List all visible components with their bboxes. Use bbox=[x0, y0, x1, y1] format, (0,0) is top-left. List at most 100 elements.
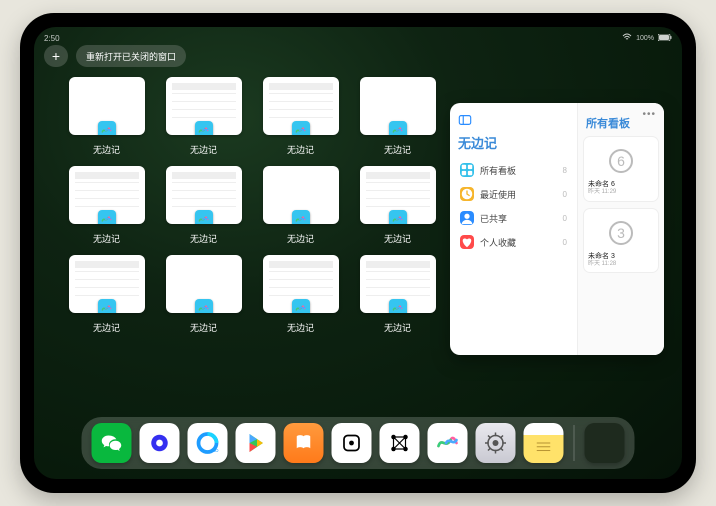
dock-app-quark[interactable] bbox=[140, 423, 180, 463]
dock-app-books[interactable] bbox=[284, 423, 324, 463]
board-canvas: 3 bbox=[588, 213, 654, 253]
board-canvas: 6 bbox=[588, 141, 654, 181]
freeform-app-icon bbox=[98, 299, 116, 313]
board-date: 昨天 11:29 bbox=[588, 189, 654, 196]
category-label: 已共享 bbox=[480, 212, 507, 225]
app-switcher-card[interactable]: 无边记 bbox=[62, 77, 151, 156]
dock-app-settings[interactable] bbox=[476, 423, 516, 463]
freeform-app-icon bbox=[195, 210, 213, 224]
reopen-closed-window-button[interactable]: 重新打开已关闭的窗口 bbox=[76, 45, 186, 67]
freeform-app-icon bbox=[389, 121, 407, 135]
app-card-label: 无边记 bbox=[384, 143, 411, 156]
person-icon bbox=[460, 211, 474, 225]
dock-separator bbox=[574, 425, 575, 461]
freeform-app-icon bbox=[195, 299, 213, 313]
category-count: 8 bbox=[563, 166, 567, 175]
plus-icon: + bbox=[52, 49, 60, 63]
reopen-label: 重新打开已关闭的窗口 bbox=[86, 50, 176, 63]
freeform-app-icon bbox=[292, 210, 310, 224]
dock-app-play[interactable] bbox=[236, 423, 276, 463]
app-switcher-card[interactable]: 无边记 bbox=[62, 255, 151, 334]
app-card-label: 无边记 bbox=[287, 143, 314, 156]
dock-app-graph[interactable] bbox=[380, 423, 420, 463]
freeform-app-icon bbox=[292, 121, 310, 135]
preview-title: 无边记 bbox=[458, 133, 569, 152]
app-thumbnail bbox=[69, 166, 145, 224]
dock: HD bbox=[82, 417, 635, 469]
app-switcher-card[interactable]: 无边记 bbox=[353, 77, 442, 156]
grid-icon bbox=[460, 163, 474, 177]
app-thumbnail bbox=[360, 77, 436, 135]
clock-icon bbox=[460, 187, 474, 201]
app-thumbnail bbox=[263, 77, 339, 135]
board-meta: 未命名 6昨天 11:29 bbox=[588, 181, 654, 197]
preview-sidebar: 无边记 所有看板 8 最近使用0 已共享 0 个人收藏 0 bbox=[450, 103, 578, 355]
wifi-icon bbox=[622, 33, 632, 43]
board-thumbnail[interactable]: 6未命名 6昨天 11:29 bbox=[584, 137, 658, 201]
app-card-label: 无边记 bbox=[190, 232, 217, 245]
freeform-app-icon bbox=[389, 299, 407, 313]
app-thumbnail bbox=[263, 166, 339, 224]
app-switcher-grid: 无边记无边记无边记无边记无边记无边记无边记无边记无边记无边记无边记无边记 bbox=[62, 77, 442, 409]
preview-category-item[interactable]: 个人收藏 0 bbox=[458, 230, 569, 254]
freeform-app-icon bbox=[98, 121, 116, 135]
ipad-screen: 2:50 100% + 重新打开已关闭的窗口 无边记无边记无边记无边记无边记无边… bbox=[34, 27, 682, 479]
freeform-app-icon bbox=[195, 121, 213, 135]
app-switcher-card[interactable]: 无边记 bbox=[256, 77, 345, 156]
board-thumbnail[interactable]: 3 未命名 3昨天 11:28 bbox=[584, 209, 658, 273]
app-thumbnail bbox=[263, 255, 339, 313]
dock-app-qqbrowser[interactable]: HD bbox=[188, 423, 228, 463]
ellipsis-icon[interactable]: ••• bbox=[642, 109, 656, 120]
preview-category-item[interactable]: 已共享 0 bbox=[458, 206, 569, 230]
preview-category-item[interactable]: 最近使用0 bbox=[458, 182, 569, 206]
dock-app-dice[interactable] bbox=[332, 423, 372, 463]
app-card-label: 无边记 bbox=[190, 143, 217, 156]
app-switcher-card[interactable]: 无边记 bbox=[353, 166, 442, 245]
dock-app-freeform[interactable] bbox=[428, 423, 468, 463]
preview-category-list: 所有看板 8 最近使用0 已共享 0 个人收藏 0 bbox=[458, 158, 569, 254]
battery-icon bbox=[658, 34, 672, 43]
status-time: 2:50 bbox=[44, 34, 60, 43]
dock-app-notes[interactable] bbox=[524, 423, 564, 463]
app-thumbnail bbox=[69, 255, 145, 313]
dock-app-wechat[interactable] bbox=[92, 423, 132, 463]
preview-boards-pane: 所有看板 6未命名 6昨天 11:293未命名 3昨天 11:28 bbox=[578, 103, 664, 355]
app-card-label: 无边记 bbox=[384, 321, 411, 334]
app-card-label: 无边记 bbox=[287, 321, 314, 334]
category-count: 0 bbox=[563, 214, 567, 223]
app-switcher-card[interactable]: 无边记 bbox=[62, 166, 151, 245]
preview-category-item[interactable]: 所有看板 8 bbox=[458, 158, 569, 182]
app-switcher-card[interactable]: 无边记 bbox=[256, 166, 345, 245]
ipad-frame: 2:50 100% + 重新打开已关闭的窗口 无边记无边记无边记无边记无边记无边… bbox=[20, 13, 696, 493]
app-thumbnail bbox=[166, 255, 242, 313]
app-switcher-card[interactable]: 无边记 bbox=[353, 255, 442, 334]
svg-text:3: 3 bbox=[617, 225, 625, 241]
board-meta: 未命名 3昨天 11:28 bbox=[588, 253, 654, 269]
app-card-label: 无边记 bbox=[384, 232, 411, 245]
app-switcher-card[interactable]: 无边记 bbox=[159, 166, 248, 245]
app-card-label: 无边记 bbox=[190, 321, 217, 334]
app-thumbnail bbox=[360, 166, 436, 224]
app-switcher-card[interactable]: 无边记 bbox=[159, 77, 248, 156]
category-label: 所有看板 bbox=[480, 164, 516, 177]
app-thumbnail bbox=[69, 77, 145, 135]
category-label: 最近使用 bbox=[480, 188, 516, 201]
sidebar-toggle-icon[interactable] bbox=[458, 113, 472, 127]
svg-text:HD: HD bbox=[212, 448, 219, 453]
status-bar: 2:50 100% bbox=[34, 31, 682, 45]
category-count: 0 bbox=[563, 238, 567, 247]
app-thumbnail bbox=[166, 77, 242, 135]
dock-app-folder[interactable] bbox=[585, 423, 625, 463]
battery-text: 100% bbox=[636, 35, 654, 42]
new-window-button[interactable]: + bbox=[44, 45, 68, 67]
status-indicators: 100% bbox=[622, 33, 672, 43]
freeform-preview-card[interactable]: ••• 无边记 所有看板 8 最近使用0 已共享 0 个人收藏 0 所有看板 6未命名 6昨… bbox=[450, 103, 664, 355]
app-switcher-card[interactable]: 无边记 bbox=[159, 255, 248, 334]
app-card-label: 无边记 bbox=[93, 321, 120, 334]
freeform-app-icon bbox=[292, 299, 310, 313]
board-date: 昨天 11:28 bbox=[588, 261, 654, 268]
category-label: 个人收藏 bbox=[480, 236, 516, 249]
app-card-label: 无边记 bbox=[93, 143, 120, 156]
app-switcher-card[interactable]: 无边记 bbox=[256, 255, 345, 334]
app-card-label: 无边记 bbox=[93, 232, 120, 245]
